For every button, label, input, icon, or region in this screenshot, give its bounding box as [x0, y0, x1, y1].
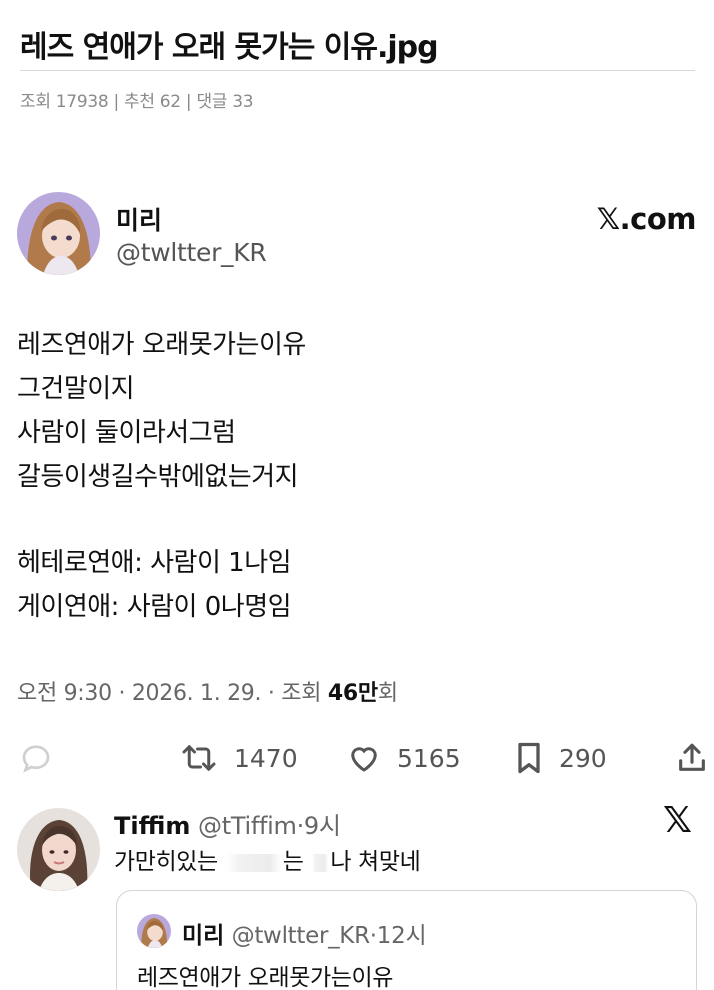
reply-author-name[interactable]: Tiffim — [114, 812, 190, 840]
tweet-line: 사람이 둘이라서그럼 — [17, 418, 236, 448]
reply-avatar[interactable] — [17, 808, 100, 891]
bookmark-count: 290 — [559, 743, 607, 773]
reply-author-handle[interactable]: @tTiffim — [198, 812, 297, 840]
timestamp-text: 오전 9:30 · 2026. 1. 29. · 조회 — [17, 681, 328, 706]
reply-header: Tiffim @tTiffim·9시 — [114, 806, 341, 841]
author-handle[interactable]: @twltter_KR — [116, 238, 267, 267]
title-divider — [20, 70, 695, 71]
reply-text-mid: 는 — [282, 849, 311, 875]
quote-header: 미리 @twltter_KR·12시 — [182, 916, 427, 950]
quote-dot: · — [369, 923, 377, 949]
tweet-line-gap — [17, 499, 697, 541]
reply-text-end: 나 쳐맞네 — [330, 849, 421, 875]
quote-author-handle: @twltter_KR — [231, 923, 370, 949]
author-avatar[interactable] — [17, 192, 100, 275]
x-com-logo: 𝕏.com — [596, 202, 697, 236]
reply-text: 가만히있는 는 나 쳐맞네 — [114, 842, 421, 876]
tweet-line: 그건말이지 — [17, 374, 135, 404]
x-logo-icon: 𝕏 — [662, 800, 692, 841]
view-count: 46만 — [327, 681, 378, 706]
like-count: 5165 — [397, 743, 461, 773]
bookmark-button[interactable]: 290 — [513, 738, 607, 778]
quote-text: 레즈연애가 오래못가는이유 — [137, 965, 394, 990]
tweet-line: 갈등이생길수밖에없는거지 — [17, 462, 299, 492]
quote-avatar — [137, 914, 171, 948]
redacted-mark — [226, 853, 281, 872]
retweet-icon — [182, 745, 216, 771]
like-button[interactable]: 5165 — [345, 738, 461, 778]
tweet-body: 레즈연애가 오래못가는이유 그건말이지 사람이 둘이라서그럼 갈등이생길수밖에없… — [17, 323, 697, 629]
redacted-mark — [312, 853, 329, 872]
reply-dot: · — [296, 812, 305, 840]
reply-time: 9시 — [303, 812, 341, 840]
share-icon — [679, 743, 705, 771]
share-button[interactable] — [675, 738, 709, 778]
reply-button[interactable] — [18, 738, 54, 778]
quote-time: 12시 — [376, 923, 427, 949]
quote-author-name: 미리 — [182, 923, 225, 949]
retweet-count: 1470 — [234, 743, 298, 773]
view-count-suffix: 회 — [377, 681, 398, 706]
retweet-button[interactable]: 1470 — [178, 738, 298, 778]
post-title: 레즈 연애가 오래 못가는 이유.jpg — [20, 30, 439, 65]
heart-icon — [351, 747, 377, 772]
reply-icon — [22, 745, 50, 773]
author-name[interactable]: 미리 — [116, 201, 162, 237]
tweet-line: 헤테로연애: 사람이 1나임 — [17, 548, 292, 578]
tweet-line: 레즈연애가 오래못가는이유 — [17, 330, 306, 360]
tweet-line: 게이연애: 사람이 0나명임 — [17, 592, 292, 622]
bookmark-icon — [518, 742, 540, 774]
post-meta: 조회 17938 | 추천 62 | 댓글 33 — [20, 92, 254, 112]
reply-text-start: 가만히있는 — [114, 849, 225, 875]
tweet-timestamp: 오전 9:30 · 2026. 1. 29. · 조회 46만회 — [17, 675, 398, 707]
